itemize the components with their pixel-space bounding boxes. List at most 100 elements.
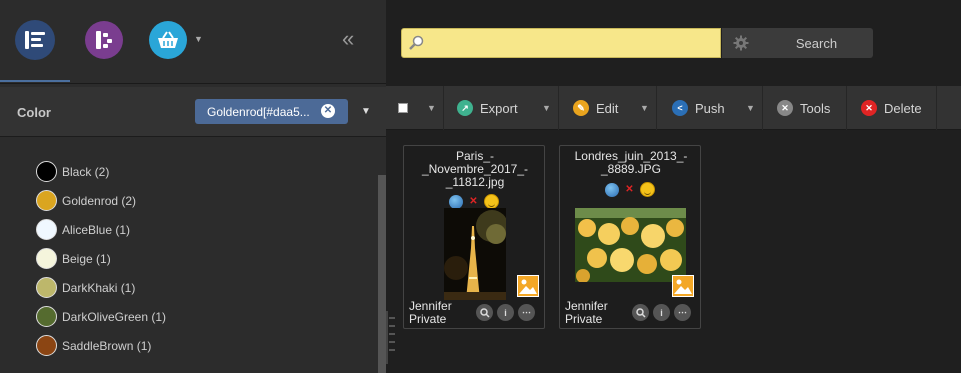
image-type-icon (672, 275, 694, 297)
color-label: DarkKhaki (1) (62, 280, 136, 295)
tree-view-button[interactable] (85, 21, 123, 59)
color-item[interactable]: DarkOliveGreen (1) (36, 302, 166, 331)
filter-tag-label: Goldenrod[#daa5... (207, 105, 310, 119)
active-tab-indicator (0, 80, 70, 82)
color-swatch (36, 161, 57, 182)
card-status-icons: ✕ (560, 182, 700, 197)
divider (846, 86, 847, 130)
more-icon[interactable]: ⋯ (518, 304, 535, 321)
card-title: Londres_juin_2013_-_8889.JPG (574, 149, 688, 176)
color-swatch (36, 190, 57, 211)
card-title: Paris_-_Novembre_2017_-_11812.jpg (421, 149, 529, 189)
info-icon[interactable]: i (653, 304, 670, 321)
globe-icon (449, 194, 464, 209)
list-view-button[interactable] (15, 20, 55, 60)
select-dropdown-icon[interactable]: ▼ (427, 103, 436, 113)
filter-tag: Goldenrod[#daa5... ✕ (195, 99, 348, 124)
export-button[interactable]: ↗ Export (457, 86, 518, 130)
face-icon (639, 182, 655, 197)
export-icon: ↗ (457, 100, 473, 116)
tools-label: Tools (800, 100, 831, 116)
gear-icon (733, 35, 749, 51)
color-item[interactable]: Goldenrod (2) (36, 186, 166, 215)
search-input[interactable] (428, 33, 708, 53)
push-button[interactable]: < Push (672, 86, 725, 130)
delete-label: Delete (884, 100, 922, 116)
resize-handle[interactable] (386, 311, 396, 364)
left-panel: ▼ « Color Goldenrod[#daa5... ✕ ▼ Black (… (0, 0, 386, 373)
color-label: DarkOliveGreen (1) (62, 309, 167, 324)
push-dropdown-icon[interactable]: ▼ (746, 103, 755, 113)
card-owner: Jennifer Private (409, 300, 452, 326)
list-icon (25, 31, 45, 49)
tools-icon: ✕ (777, 100, 793, 116)
color-swatch (36, 306, 57, 327)
collapse-panel-icon[interactable]: « (342, 26, 354, 52)
action-toolbar: ▼ ↗ Export ▼ ✎ Edit ▼ < Push ▼ ✕ Tools ✕… (386, 86, 961, 130)
divider (762, 86, 763, 130)
export-dropdown-icon[interactable]: ▼ (542, 103, 551, 113)
color-swatch (36, 277, 57, 298)
visibility-label: Private (409, 312, 447, 326)
record-card[interactable]: Londres_juin_2013_-_8889.JPG ✕ Jennifer … (559, 145, 701, 329)
color-item[interactable]: DarkKhaki (1) (36, 273, 166, 302)
card-status-icons: ✕ (404, 194, 544, 209)
tools-button[interactable]: ✕ Tools (777, 86, 830, 130)
app-root: ▼ « Color Goldenrod[#daa5... ✕ ▼ Black (… (0, 0, 961, 373)
face-icon (483, 194, 499, 209)
color-item[interactable]: SaddleBrown (1) (36, 331, 166, 360)
select-all-checkbox[interactable] (398, 103, 408, 113)
color-swatch (36, 335, 57, 356)
visibility-label: Private (565, 312, 603, 326)
edit-dropdown-icon[interactable]: ▼ (640, 103, 649, 113)
zoom-icon[interactable] (632, 304, 649, 321)
delete-button[interactable]: ✕ Delete (861, 86, 922, 130)
color-item[interactable]: Beige (1) (36, 244, 166, 273)
search-button[interactable]: Search (760, 28, 873, 58)
thumbnail-image[interactable] (575, 208, 686, 282)
hierarchy-icon (96, 31, 112, 49)
delete-icon: ✕ (861, 100, 877, 116)
remove-tag-icon[interactable]: ✕ (321, 104, 335, 118)
more-icon[interactable]: ⋯ (674, 304, 691, 321)
error-icon: ✕ (469, 196, 478, 207)
info-icon[interactable]: i (497, 304, 514, 321)
image-type-icon (517, 275, 539, 297)
card-actions: i ⋯ (476, 304, 535, 321)
share-icon: < (672, 100, 688, 116)
thumbnail-image[interactable] (444, 208, 506, 300)
card-actions: i ⋯ (632, 304, 691, 321)
color-item[interactable]: AliceBlue (1) (36, 215, 166, 244)
color-label: Black (2) (62, 164, 110, 179)
globe-icon (605, 182, 620, 197)
color-label: AliceBlue (1) (62, 222, 131, 237)
edit-icon: ✎ (573, 100, 589, 116)
divider (936, 86, 937, 130)
divider (558, 86, 559, 130)
search-box (401, 28, 721, 58)
color-filter-list: Black (2) Goldenrod (2) AliceBlue (1) Be… (36, 157, 166, 360)
search-settings-button[interactable] (722, 28, 760, 58)
basket-dropdown-icon[interactable]: ▼ (194, 34, 203, 44)
error-icon: ✕ (625, 184, 634, 195)
record-card[interactable]: Paris_-_Novembre_2017_-_11812.jpg ✕ Jenn… (403, 145, 545, 329)
divider (443, 86, 444, 130)
color-swatch (36, 248, 57, 269)
edit-button[interactable]: ✎ Edit (573, 86, 618, 130)
scrollbar[interactable] (378, 175, 386, 373)
top-navigation: ▼ « (0, 0, 386, 84)
filter-dropdown-icon[interactable]: ▼ (361, 106, 371, 117)
basket-icon (158, 31, 178, 48)
color-label: Goldenrod (2) (62, 193, 137, 208)
filter-label: Color (17, 105, 51, 120)
zoom-icon[interactable] (476, 304, 493, 321)
color-swatch (36, 219, 57, 240)
color-label: SaddleBrown (1) (62, 338, 152, 353)
export-label: Export (480, 100, 518, 116)
filter-header: Color Goldenrod[#daa5... ✕ ▼ (0, 87, 386, 137)
edit-label: Edit (596, 100, 619, 116)
color-item[interactable]: Black (2) (36, 157, 166, 186)
push-label: Push (695, 100, 725, 116)
search-icon (409, 35, 424, 50)
basket-button[interactable] (149, 21, 187, 59)
